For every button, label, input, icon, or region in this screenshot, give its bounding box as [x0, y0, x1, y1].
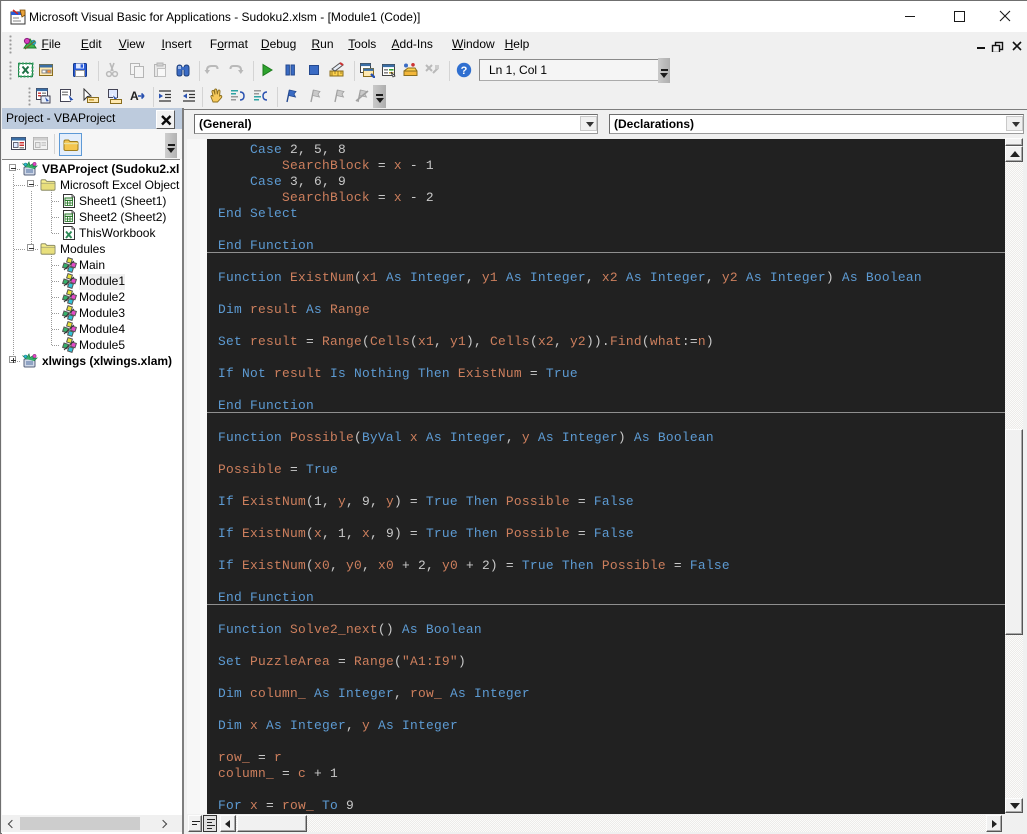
- svg-text:A: A: [130, 89, 139, 103]
- svg-text:?: ?: [461, 65, 468, 77]
